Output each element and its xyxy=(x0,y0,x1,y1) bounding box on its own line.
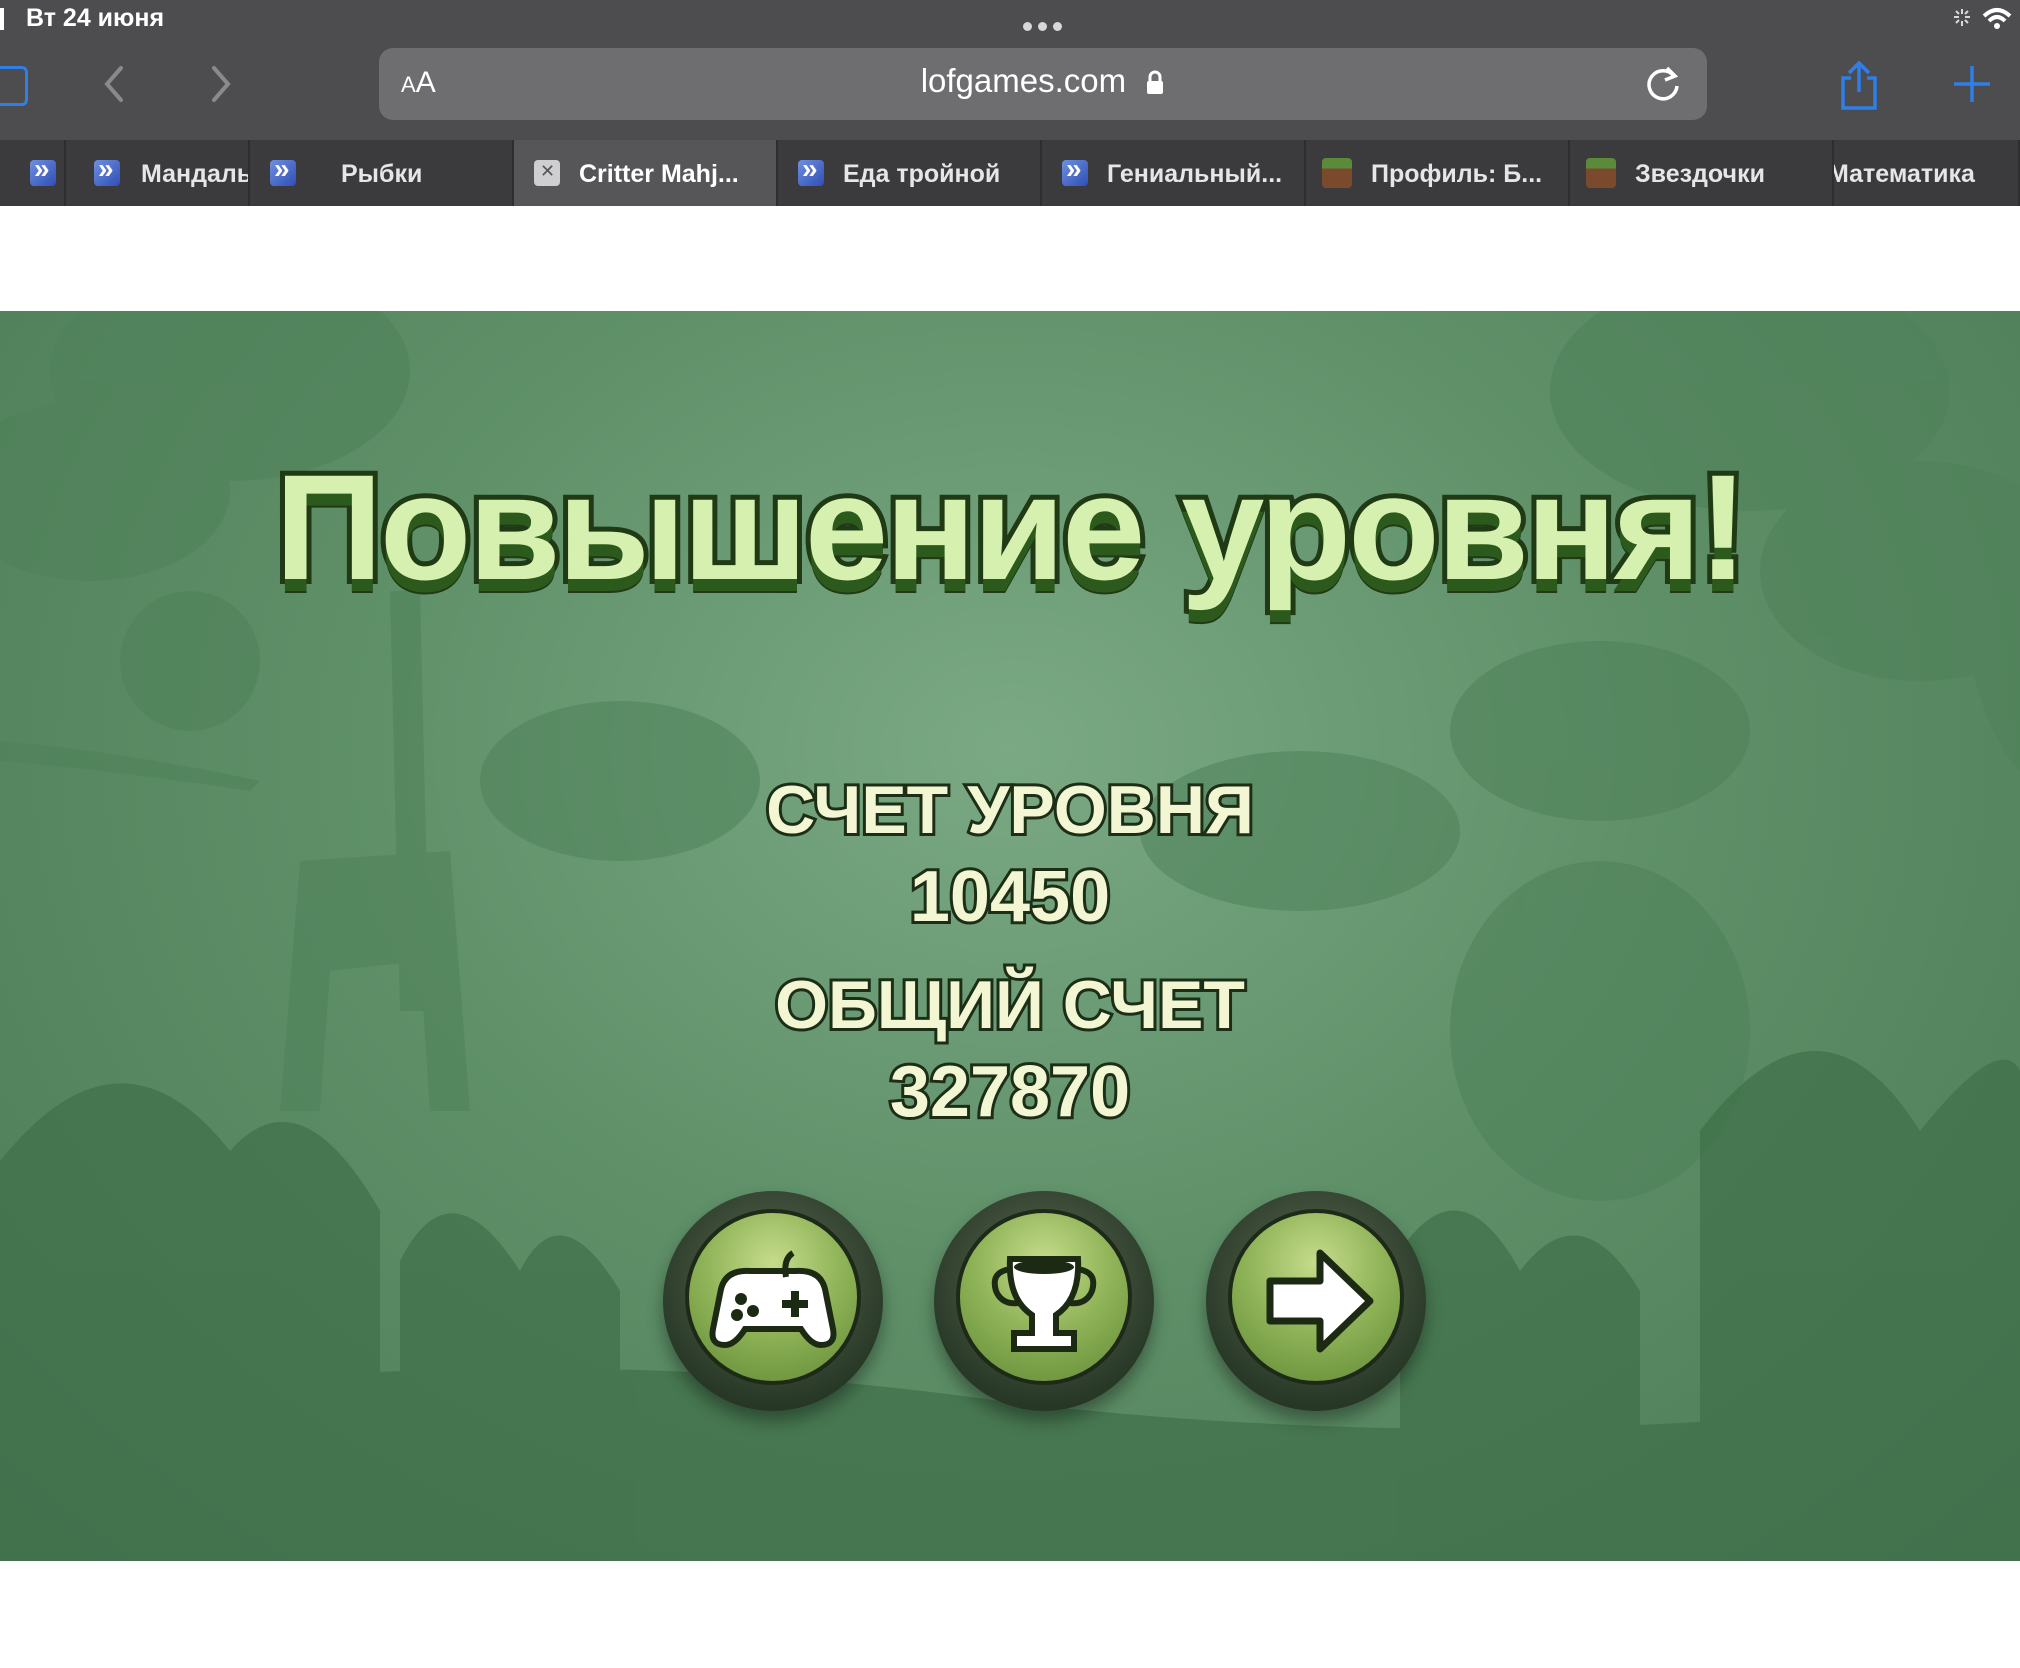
status-edge-mark xyxy=(0,8,4,30)
arrow-right-icon xyxy=(1266,1249,1374,1353)
new-tab-icon[interactable] xyxy=(1952,64,1992,104)
wifi-icon xyxy=(1954,8,2012,29)
tab-label: Рыбки xyxy=(341,160,423,188)
trophy-icon xyxy=(991,1256,1097,1352)
game-blue-icon xyxy=(30,153,56,186)
sidebar-toggle-button[interactable] xyxy=(0,66,28,106)
close-icon[interactable] xyxy=(534,160,560,186)
lock-icon xyxy=(1147,70,1164,95)
minecraft-icon xyxy=(1586,158,1616,188)
address-bar[interactable]: AA lofgames.com xyxy=(379,48,1707,120)
tab-label: Critter Mahj... xyxy=(579,160,739,188)
gamepad-icon xyxy=(709,1250,837,1349)
tab-1[interactable]: Мандаль xyxy=(66,140,250,206)
game-blue-icon xyxy=(798,153,824,186)
tab-6[interactable]: Профиль: Б... xyxy=(1306,140,1570,206)
tab-label: Мандаль xyxy=(141,160,250,188)
status-bar: Вт 24 июня xyxy=(0,0,2020,42)
tab-bar: Мандаль Рыбки Critter Mahj... Еда тройно… xyxy=(0,140,2020,206)
game-canvas[interactable]: Повышение уровня! СЧЕТ УРОВНЯ 10450 ОБЩИ… xyxy=(0,311,2020,1561)
browser-toolbar: AA lofgames.com xyxy=(0,42,2020,140)
game-blue-icon xyxy=(1062,153,1088,186)
tab-label: Еда тройной xyxy=(843,160,1001,188)
tab-0[interactable] xyxy=(0,140,66,206)
forward-icon[interactable] xyxy=(200,64,240,104)
minecraft-icon xyxy=(1322,158,1352,188)
tab-label: Профиль: Б... xyxy=(1371,160,1543,188)
share-icon[interactable] xyxy=(1837,60,1881,112)
level-up-title: Повышение уровня! xyxy=(270,438,1753,616)
more-games-button[interactable] xyxy=(663,1191,883,1411)
tab-8[interactable]: Математика xyxy=(1834,140,2020,206)
url-text[interactable]: lofgames.com xyxy=(921,62,1126,99)
back-icon[interactable] xyxy=(95,64,135,104)
status-date: Вт 24 июня xyxy=(26,4,165,32)
tab-7[interactable]: Звездочки xyxy=(1570,140,1834,206)
total-score-label: ОБЩИЙ СЧЕТ xyxy=(772,964,1248,1046)
tab-label: Звездочки xyxy=(1635,160,1765,188)
tab-4[interactable]: Еда тройной xyxy=(778,140,1042,206)
tab-2[interactable]: Рыбки xyxy=(250,140,514,206)
leaderboard-button[interactable] xyxy=(934,1191,1154,1411)
tab-3-active[interactable]: Critter Mahj... xyxy=(514,140,778,206)
multitasking-dots-icon[interactable] xyxy=(1020,18,1065,36)
level-score-label: СЧЕТ УРОВНЯ xyxy=(763,769,1257,851)
game-blue-icon xyxy=(94,153,120,186)
next-level-button[interactable] xyxy=(1206,1191,1426,1411)
total-score-value: 327870 xyxy=(887,1049,1133,1135)
game-blue-icon xyxy=(270,153,296,186)
status-icons xyxy=(1952,6,2012,37)
tab-5[interactable]: Гениальный... xyxy=(1042,140,1306,206)
tab-label: Математика xyxy=(1834,160,1975,188)
tab-label: Гениальный... xyxy=(1107,160,1283,188)
level-score-value: 10450 xyxy=(907,854,1113,940)
reload-icon[interactable] xyxy=(1643,62,1683,106)
